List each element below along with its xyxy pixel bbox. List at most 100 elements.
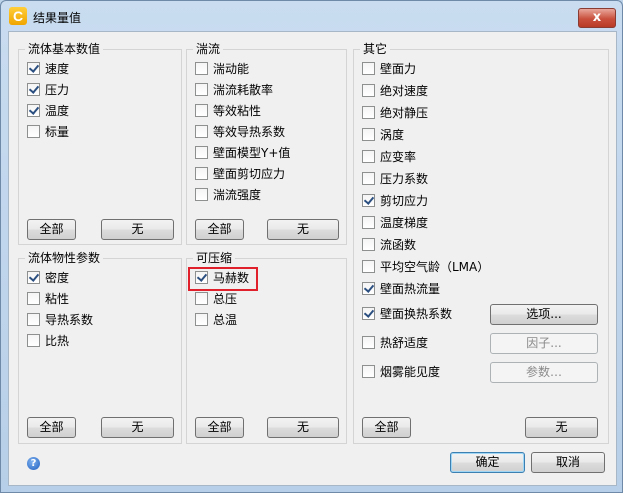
checkbox-box[interactable] [27, 334, 40, 347]
checkbox-box[interactable] [362, 216, 375, 229]
properties-all-button[interactable]: 全部 [27, 417, 76, 438]
checkbox-box[interactable] [27, 125, 40, 138]
checkbox-label: 湍流强度 [213, 188, 262, 202]
help-icon[interactable]: ? [27, 457, 40, 470]
checkbox-vorticity[interactable]: 涡度 [362, 128, 404, 144]
checkbox-box[interactable] [195, 104, 208, 117]
checkbox-dissipation[interactable]: 湍流耗散率 [195, 83, 273, 99]
checkbox-eff-viscosity[interactable]: 等效粘性 [195, 104, 261, 120]
checkbox-box[interactable] [362, 106, 375, 119]
checkbox-velocity[interactable]: 速度 [27, 62, 69, 78]
basic-none-button[interactable]: 无 [101, 219, 174, 240]
checkbox-box[interactable] [362, 172, 375, 185]
params-button[interactable]: 参数… [490, 362, 598, 383]
checkbox-total-temperature[interactable]: 总温 [195, 313, 237, 329]
checkbox-total-pressure[interactable]: 总压 [195, 292, 237, 308]
checkbox-box[interactable] [362, 307, 375, 320]
checkbox-label: 热舒适度 [380, 336, 429, 350]
checkbox-viscosity[interactable]: 粘性 [27, 292, 69, 308]
checkbox-wall-shear[interactable]: 壁面剪切应力 [195, 167, 285, 183]
checkbox-mean-air-age[interactable]: 平均空气龄（LMA） [362, 260, 489, 276]
checkbox-label: 湍流耗散率 [213, 83, 274, 97]
checkbox-box[interactable] [195, 167, 208, 180]
checkbox-box[interactable] [362, 282, 375, 295]
checkbox-pressure-coefficient[interactable]: 压力系数 [362, 172, 428, 188]
compressible-all-button[interactable]: 全部 [195, 417, 244, 438]
checkbox-box[interactable] [195, 292, 208, 305]
checkbox-label: 标量 [45, 125, 70, 139]
checkbox-turb-intensity[interactable]: 湍流强度 [195, 188, 261, 204]
close-button[interactable]: x [578, 8, 616, 28]
checkbox-box[interactable] [195, 188, 208, 201]
dialog-body: 流体基本数值 速度 压力 温度 标量 全部 无 湍流 湍动能 湍流耗散率 等效粘… [8, 31, 617, 486]
group-properties: 流体物性参数 密度 粘性 导热系数 比热 全部 无 [18, 251, 182, 444]
checkbox-box[interactable] [27, 292, 40, 305]
checkbox-box[interactable] [362, 62, 375, 75]
checkbox-label: 总温 [213, 313, 238, 327]
checkbox-label: 绝对静压 [380, 106, 429, 120]
checkbox-wall-htc[interactable]: 壁面换热系数 [362, 307, 452, 323]
checkbox-thermal-comfort[interactable]: 热舒适度 [362, 336, 428, 352]
checkbox-box[interactable] [27, 104, 40, 117]
checkbox-box[interactable] [195, 125, 208, 138]
checkbox-label: 比热 [45, 334, 70, 348]
checkbox-abs-velocity[interactable]: 绝对速度 [362, 84, 428, 100]
checkbox-conductivity[interactable]: 导热系数 [27, 313, 93, 329]
checkbox-label: 绝对速度 [380, 84, 429, 98]
checkbox-box[interactable] [362, 260, 375, 273]
title-bar[interactable]: C 结果量值 x [1, 1, 622, 31]
checkbox-specific-heat[interactable]: 比热 [27, 334, 69, 350]
turbulence-all-button[interactable]: 全部 [195, 219, 244, 240]
checkbox-box[interactable] [27, 62, 40, 75]
checkbox-abs-static-pressure[interactable]: 绝对静压 [362, 106, 428, 122]
checkbox-temperature-gradient[interactable]: 温度梯度 [362, 216, 428, 232]
checkbox-yplus[interactable]: 壁面模型Y+值 [195, 146, 290, 162]
checkbox-box[interactable] [362, 84, 375, 97]
compressible-none-button[interactable]: 无 [267, 417, 339, 438]
checkbox-box[interactable] [195, 146, 208, 159]
checkbox-label: 等效粘性 [213, 104, 262, 118]
checkbox-label: 总压 [213, 292, 238, 306]
checkbox-box[interactable] [195, 83, 208, 96]
group-basic-title: 流体基本数值 [25, 42, 104, 57]
checkbox-label: 应变率 [380, 150, 417, 164]
checkbox-tke[interactable]: 湍动能 [195, 62, 249, 78]
basic-all-button[interactable]: 全部 [27, 219, 76, 240]
checkbox-eff-conductivity[interactable]: 等效导热系数 [195, 125, 285, 141]
checkbox-box[interactable] [362, 150, 375, 163]
checkbox-box[interactable] [362, 128, 375, 141]
other-none-button[interactable]: 无 [525, 417, 598, 438]
other-all-button[interactable]: 全部 [362, 417, 411, 438]
checkbox-label: 湍动能 [213, 62, 250, 76]
checkbox-box[interactable] [362, 365, 375, 378]
checkbox-shear-stress[interactable]: 剪切应力 [362, 194, 428, 210]
checkbox-scalar[interactable]: 标量 [27, 125, 69, 141]
checkbox-stream-function[interactable]: 流函数 [362, 238, 416, 254]
checkbox-label: 剪切应力 [380, 194, 429, 208]
turbulence-none-button[interactable]: 无 [267, 219, 339, 240]
checkbox-wall-force[interactable]: 壁面力 [362, 62, 416, 78]
checkbox-label: 压力 [45, 83, 70, 97]
checkbox-smoke-visibility[interactable]: 烟雾能见度 [362, 365, 440, 381]
window-title: 结果量值 [33, 11, 82, 25]
checkbox-box[interactable] [27, 271, 40, 284]
cancel-button[interactable]: 取消 [531, 452, 605, 473]
ok-button[interactable]: 确定 [450, 452, 525, 473]
checkbox-box[interactable] [362, 194, 375, 207]
options-button[interactable]: 选项... [490, 304, 598, 325]
checkbox-box[interactable] [195, 313, 208, 326]
properties-none-button[interactable]: 无 [101, 417, 174, 438]
checkbox-wall-heat-flux[interactable]: 壁面热流量 [362, 282, 440, 298]
checkbox-pressure[interactable]: 压力 [27, 83, 69, 99]
checkbox-box[interactable] [195, 62, 208, 75]
checkbox-strain-rate[interactable]: 应变率 [362, 150, 416, 166]
app-icon: C [9, 7, 27, 25]
checkbox-density[interactable]: 密度 [27, 271, 69, 287]
factor-button[interactable]: 因子... [490, 333, 598, 354]
checkbox-label: 壁面剪切应力 [213, 167, 286, 181]
checkbox-box[interactable] [362, 336, 375, 349]
checkbox-box[interactable] [362, 238, 375, 251]
checkbox-box[interactable] [27, 313, 40, 326]
checkbox-box[interactable] [27, 83, 40, 96]
checkbox-temperature[interactable]: 温度 [27, 104, 69, 120]
